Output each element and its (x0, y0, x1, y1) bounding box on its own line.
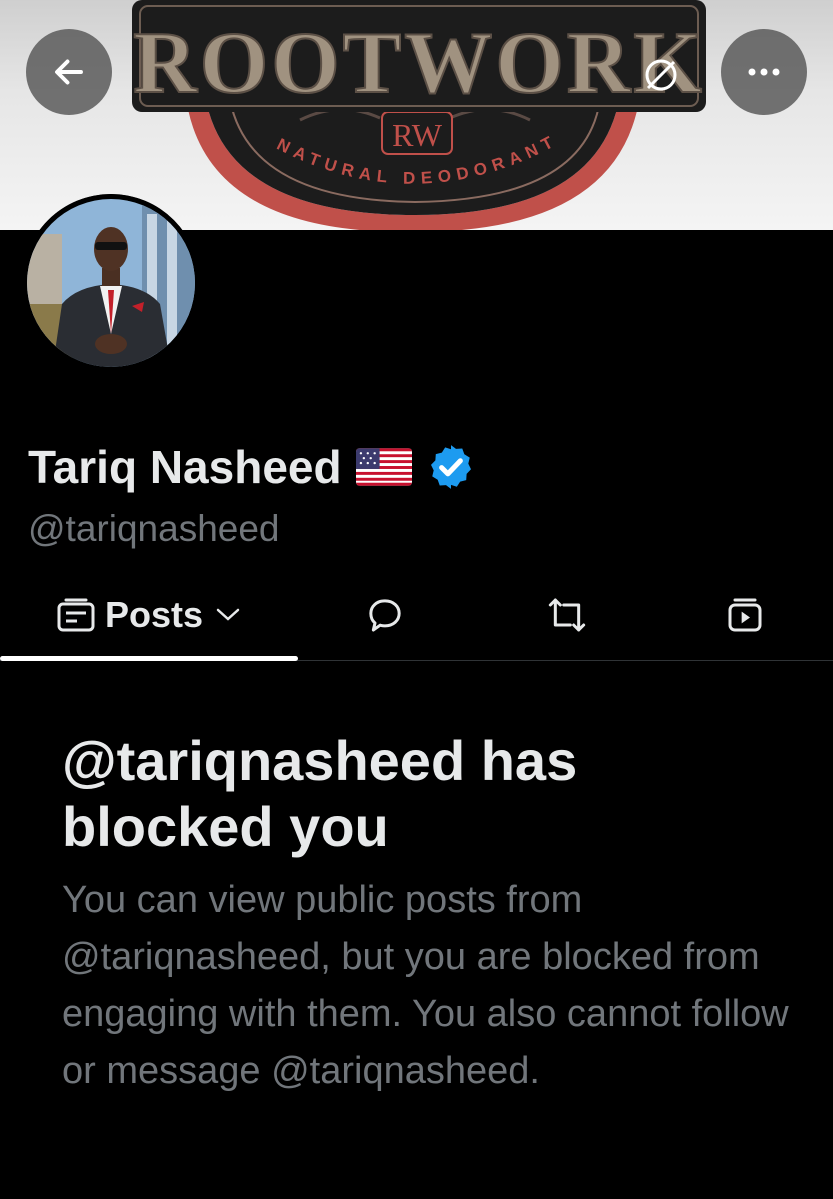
logo-brand-name: ROOTWORK (133, 15, 705, 112)
reply-bubble-icon (369, 599, 401, 632)
media-icon (728, 598, 762, 632)
profile-handle: @tariqnasheed (28, 508, 280, 549)
unavailable-icon (638, 52, 684, 98)
tab-posts[interactable]: Posts (0, 570, 298, 660)
blocked-title: @tariqnasheed has blocked you (62, 729, 578, 858)
tab-replies[interactable] (340, 570, 430, 660)
blocked-message: You can view public posts from @tariqnas… (62, 879, 789, 1092)
chevron-down-icon[interactable] (215, 607, 241, 623)
logo-monogram: RW (392, 117, 443, 153)
repost-icon (548, 598, 586, 632)
profile-name-row: Tariq Nasheed (28, 440, 476, 494)
tab-reposts[interactable] (522, 570, 612, 660)
arrow-left-icon (55, 59, 83, 85)
profile-tabs: Posts (0, 570, 833, 661)
us-flag-icon (355, 448, 412, 486)
tab-media[interactable] (700, 570, 790, 660)
active-tab-indicator (0, 656, 298, 661)
more-options-button[interactable] (721, 29, 807, 115)
display-name: Tariq Nasheed (28, 441, 342, 493)
more-horizontal-icon (748, 68, 780, 76)
verified-badge-icon[interactable] (426, 442, 476, 492)
tab-posts-label: Posts (104, 594, 204, 635)
profile-avatar[interactable] (22, 194, 200, 372)
posts-icon (57, 598, 95, 632)
back-button[interactable] (26, 29, 112, 115)
